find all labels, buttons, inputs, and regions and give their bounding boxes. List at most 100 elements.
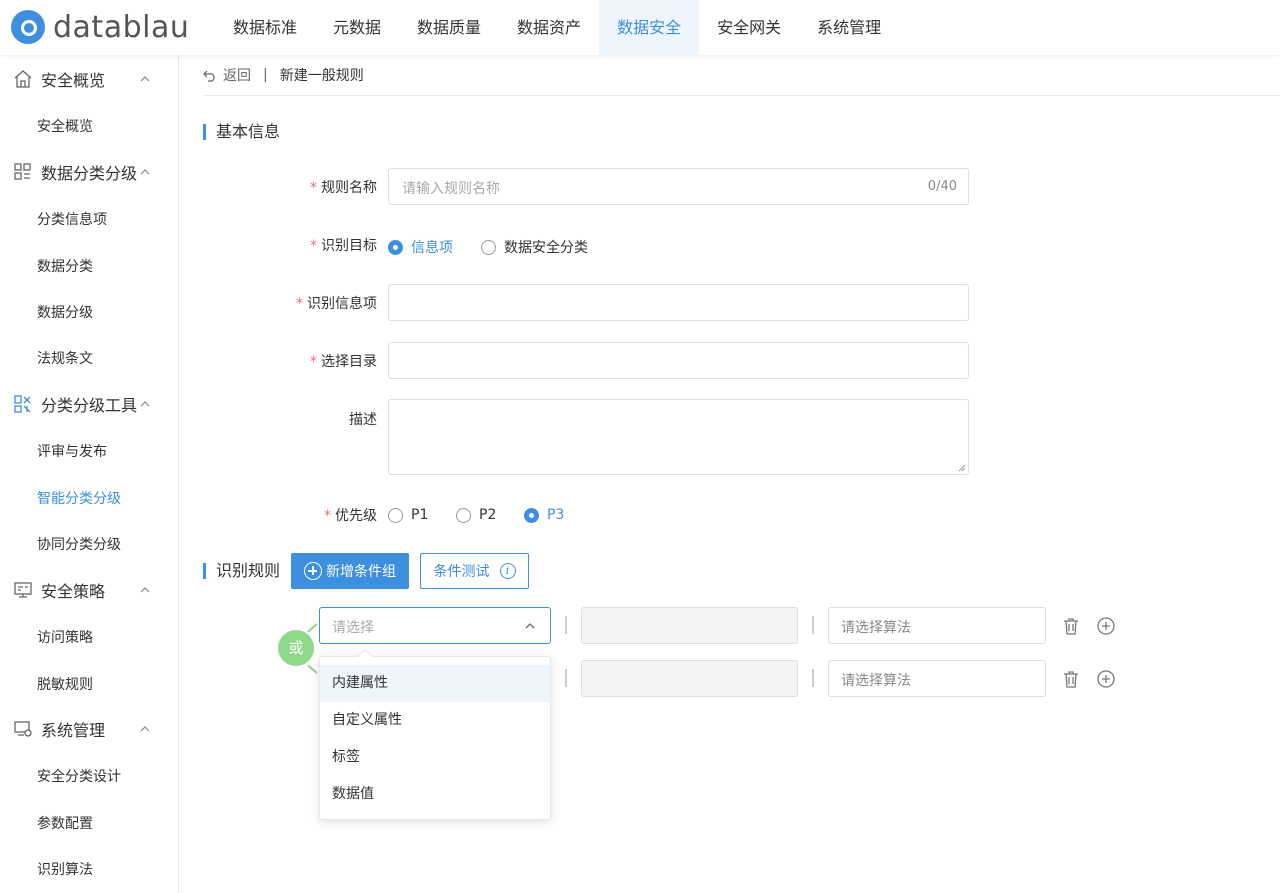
chevron-up-icon — [140, 401, 150, 407]
sidebar: 安全概览 安全概览 数据分类分级 分类信息项 数据分类 数据分级 法规条文 分类… — [0, 55, 179, 893]
policy-icon — [14, 582, 32, 598]
sidebar-group-label: 数据分类分级 — [41, 164, 138, 183]
priority-label: * 优先级 — [324, 508, 377, 524]
sidebar-group-label: 安全策略 — [41, 582, 106, 601]
sidebar-item-review-publish[interactable]: 评审与发布 — [37, 441, 107, 461]
sidebar-item-access-policy[interactable]: 访问策略 — [37, 627, 93, 647]
info-item-label: * 识别信息项 — [296, 296, 377, 312]
sidebar-group-policy[interactable]: 安全策略 — [0, 570, 179, 610]
attribute-select[interactable]: 请选择 — [319, 607, 551, 644]
sidebar-item-smart-classification[interactable]: 智能分类分级 — [37, 488, 121, 508]
dropdown-option-custom[interactable]: 自定义属性 — [320, 702, 550, 739]
row-divider — [812, 616, 814, 634]
breadcrumb: 返回 | 新建一般规则 — [203, 65, 364, 85]
plus-circle-icon — [304, 562, 322, 580]
radio-dot — [388, 507, 403, 523]
breadcrumb-divider — [203, 95, 1280, 96]
chevron-up-icon — [140, 169, 150, 175]
description-label: 描述 — [349, 412, 377, 428]
radio-dot — [481, 239, 496, 255]
dropdown-option-data-value[interactable]: 数据值 — [320, 776, 550, 813]
priority-radio-p3[interactable]: P3 — [524, 507, 564, 523]
sidebar-item-algorithms[interactable]: 识别算法 — [37, 859, 93, 879]
target-label: * 识别目标 — [310, 238, 377, 254]
dropdown-option-builtin[interactable]: 内建属性 — [320, 665, 550, 702]
resize-handle-icon[interactable] — [958, 464, 966, 472]
dropdown-arrow — [357, 648, 373, 664]
description-textarea[interactable] — [388, 399, 969, 475]
nav-item-quality[interactable]: 数据质量 — [399, 0, 499, 55]
nav-item-assets[interactable]: 数据资产 — [499, 0, 599, 55]
home-icon — [14, 70, 32, 88]
back-link[interactable]: 返回 — [223, 65, 251, 85]
grid-icon — [14, 163, 31, 180]
monitor-gear-icon — [14, 721, 32, 737]
page-title: 新建一般规则 — [279, 68, 364, 84]
add-circle-icon[interactable] — [1096, 669, 1116, 689]
radio-dot — [456, 507, 471, 523]
dropdown-option-tag[interactable]: 标签 — [320, 739, 550, 776]
logo-icon — [11, 10, 45, 44]
row-divider — [565, 669, 567, 687]
nav-item-standards[interactable]: 数据标准 — [215, 0, 315, 55]
sidebar-item-data-grading[interactable]: 数据分级 — [37, 302, 93, 322]
algorithm-placeholder: 请选择算法 — [841, 673, 911, 689]
sidebar-group-overview[interactable]: 安全概览 — [0, 59, 179, 99]
sidebar-item-info-items[interactable]: 分类信息项 — [37, 209, 107, 229]
chevron-up-icon — [525, 623, 535, 629]
chevron-up-icon — [140, 587, 150, 593]
trash-icon[interactable] — [1061, 669, 1081, 689]
section-title-rules: 识别规则 — [203, 563, 280, 579]
sidebar-group-classification[interactable]: 数据分类分级 — [0, 152, 179, 192]
sidebar-item-masking-rules[interactable]: 脱敏规则 — [37, 674, 93, 694]
rule-name-placeholder: 请输入规则名称 — [402, 181, 500, 197]
sidebar-item-regulations[interactable]: 法规条文 — [37, 348, 93, 368]
sidebar-item-security-design[interactable]: 安全分类设计 — [37, 766, 121, 786]
info-item-input[interactable] — [388, 284, 969, 321]
sidebar-item-overview[interactable]: 安全概览 — [37, 116, 93, 136]
operator-select-disabled — [581, 607, 798, 644]
sidebar-group-tools[interactable]: 分类分级工具 — [0, 384, 179, 424]
brand-logo[interactable]: datablau — [11, 9, 189, 45]
target-radio-security-class[interactable]: 数据安全分类 — [481, 237, 588, 257]
info-icon: i — [499, 563, 516, 579]
trash-icon[interactable] — [1061, 616, 1081, 636]
row-divider — [565, 616, 567, 634]
sidebar-group-label: 分类分级工具 — [41, 396, 138, 415]
condition-test-button[interactable]: 条件测试 i — [420, 553, 529, 589]
sidebar-item-data-classification[interactable]: 数据分类 — [37, 256, 93, 276]
priority-radio-p1[interactable]: P1 — [388, 507, 428, 523]
directory-label: * 选择目录 — [310, 354, 377, 370]
algorithm-select[interactable]: 请选择算法 — [828, 607, 1046, 644]
add-circle-icon[interactable] — [1096, 616, 1116, 636]
radio-dot — [524, 507, 539, 523]
nav-item-system[interactable]: 系统管理 — [799, 0, 899, 55]
rule-name-input[interactable]: 请输入规则名称 0/40 — [388, 168, 969, 205]
sidebar-group-label: 安全概览 — [41, 71, 106, 90]
algorithm-select[interactable]: 请选择算法 — [828, 660, 1046, 697]
sidebar-item-params[interactable]: 参数配置 — [37, 813, 93, 833]
row-divider — [812, 669, 814, 687]
nav-item-metadata[interactable]: 元数据 — [315, 0, 399, 55]
main-nav: 数据标准 元数据 数据质量 数据资产 数据安全 安全网关 系统管理 — [215, 0, 899, 55]
chevron-up-icon — [140, 726, 150, 732]
directory-input[interactable] — [388, 342, 969, 379]
add-condition-group-button[interactable]: 新增条件组 — [291, 553, 409, 589]
or-badge[interactable]: 或 — [278, 630, 314, 666]
operator-select-disabled — [581, 660, 798, 697]
algorithm-placeholder: 请选择算法 — [841, 620, 911, 636]
rule-name-label: * 规则名称 — [310, 180, 377, 196]
or-connector-bottom — [307, 664, 318, 674]
top-bar: datablau 数据标准 元数据 数据质量 数据资产 数据安全 安全网关 系统… — [0, 0, 1280, 55]
back-arrow-icon[interactable] — [203, 68, 217, 82]
sidebar-group-system[interactable]: 系统管理 — [0, 709, 179, 749]
nav-item-security[interactable]: 数据安全 — [599, 0, 700, 55]
tools-icon — [14, 395, 31, 413]
section-title-basic: 基本信息 — [203, 124, 280, 140]
sidebar-item-collab-classification[interactable]: 协同分类分级 — [37, 534, 121, 554]
attribute-dropdown: 内建属性 自定义属性 标签 数据值 — [319, 648, 551, 820]
nav-item-gateway[interactable]: 安全网关 — [699, 0, 799, 55]
priority-radio-p2[interactable]: P2 — [456, 507, 496, 523]
target-radio-info-item[interactable]: 信息项 — [388, 237, 453, 257]
radio-dot — [388, 239, 403, 255]
